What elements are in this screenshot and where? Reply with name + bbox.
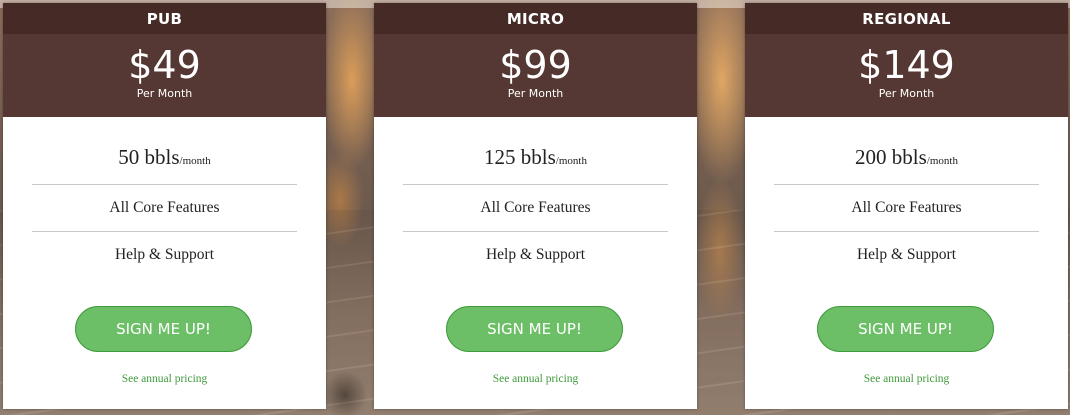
feature-support: Help & Support [485, 246, 586, 263]
volume-value: 200 bbls [855, 145, 927, 169]
annual-pricing-link[interactable]: See annual pricing [745, 373, 1068, 385]
plan-price: $99 [499, 43, 572, 87]
pricing-card-pub: PUB $49 Per Month 50 bbls/month All Core… [3, 3, 326, 409]
feature-volume: 125 bbls/month [403, 144, 668, 185]
price-box: $149 Per Month [745, 34, 1068, 117]
volume-unit: /month [555, 155, 587, 167]
plan-name: PUB [3, 3, 326, 34]
sign-up-button[interactable]: SIGN ME UP! [817, 306, 994, 352]
price-period: Per Month [878, 87, 935, 100]
plan-price: $49 [128, 43, 201, 87]
price-period: Per Month [507, 87, 564, 100]
price-box: $49 Per Month [3, 34, 326, 117]
volume-value: 125 bbls [484, 145, 556, 169]
feature-list: 200 bbls/month All Core Features Help & … [774, 117, 1039, 278]
plan-name: MICRO [374, 3, 697, 34]
feature-core: All Core Features [32, 185, 297, 232]
annual-pricing-link[interactable]: See annual pricing [374, 373, 697, 385]
sign-up-button[interactable]: SIGN ME UP! [446, 306, 623, 352]
feature-volume: 200 bbls/month [774, 144, 1039, 185]
feature-support: Help & Support [114, 246, 215, 263]
plan-price: $149 [858, 43, 955, 87]
volume-value: 50 bbls [118, 145, 180, 169]
price-box: $99 Per Month [374, 34, 697, 117]
feature-list: 50 bbls/month All Core Features Help & S… [32, 117, 297, 278]
feature-core: All Core Features [774, 185, 1039, 232]
feature-list: 125 bbls/month All Core Features Help & … [403, 117, 668, 278]
pricing-card-micro: MICRO $99 Per Month 125 bbls/month All C… [374, 3, 697, 409]
sign-up-button[interactable]: SIGN ME UP! [75, 306, 252, 352]
volume-unit: /month [926, 155, 958, 167]
feature-volume: 50 bbls/month [32, 144, 297, 185]
feature-core: All Core Features [403, 185, 668, 232]
pricing-card-regional: REGIONAL $149 Per Month 200 bbls/month A… [745, 3, 1068, 409]
volume-unit: /month [179, 155, 211, 167]
price-period: Per Month [136, 87, 193, 100]
plan-name: REGIONAL [745, 3, 1068, 34]
annual-pricing-link[interactable]: See annual pricing [3, 373, 326, 385]
feature-support: Help & Support [856, 246, 957, 263]
